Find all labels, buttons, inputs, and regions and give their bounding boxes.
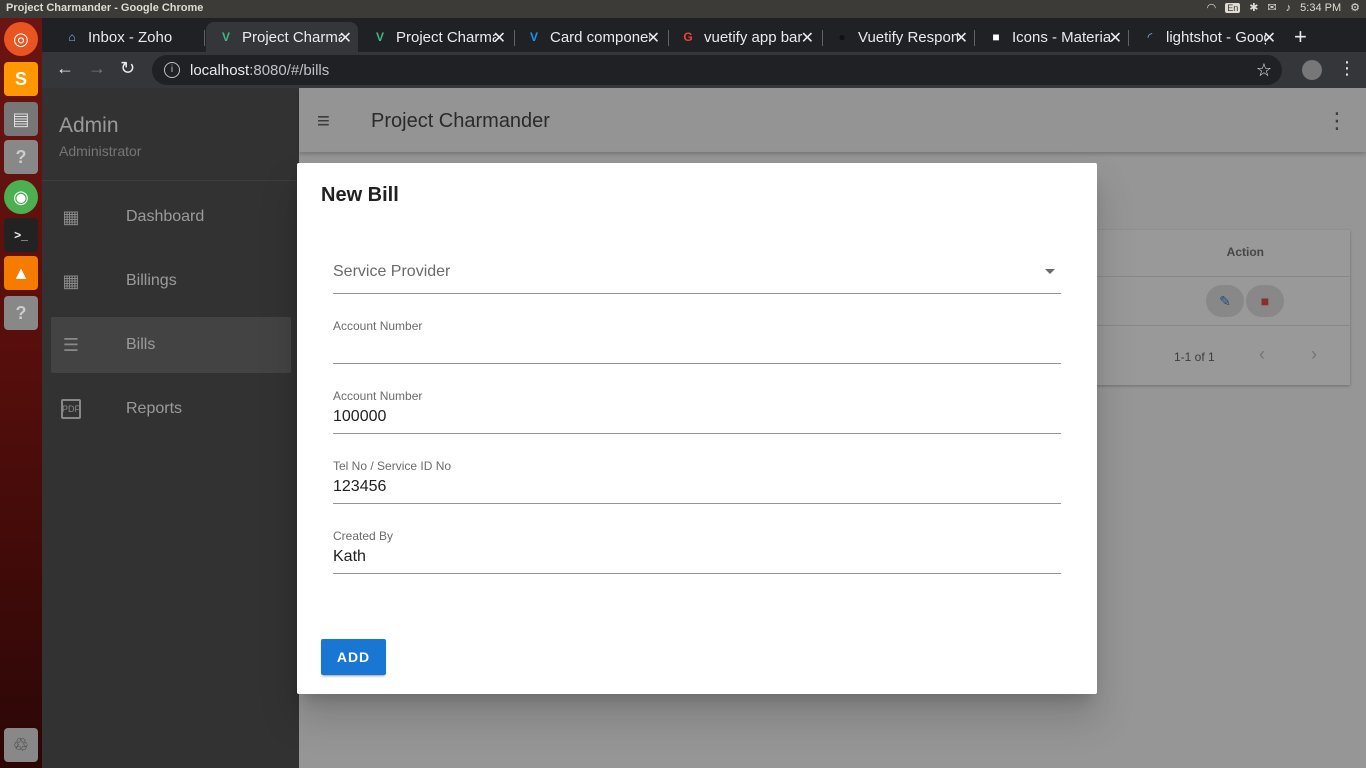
tab-label: vuetify app bar [704,28,803,46]
mail-icon[interactable]: ✉ [1267,1,1276,14]
keyboard-layout-indicator[interactable]: En [1225,2,1241,13]
url-host: localhost [190,61,250,79]
vlc-icon[interactable]: ▲ [4,256,38,290]
tab-vuetify-app-bar[interactable]: G vuetify app bar ✕ [668,22,820,52]
field-value: Kath [333,548,366,565]
browser-toolbar: ← → ↻ i localhost:8080/#/bills ☆ ⋮ [42,52,1366,88]
back-arrow-icon[interactable]: ← [56,58,74,79]
tab-strip: ⌂ Inbox - Zoho V Project Charmander ✕ V … [42,18,1366,52]
dropdown-caret-icon[interactable] [1045,269,1055,274]
close-tab-icon[interactable]: ✕ [801,28,814,48]
close-tab-icon[interactable]: ✕ [955,28,968,48]
tab-project-charmander[interactable]: V Project Charmander ✕ [360,22,512,52]
field-value: 100000 [333,408,387,425]
bookmark-star-icon[interactable]: ☆ [1256,60,1272,81]
close-tab-icon[interactable]: ✕ [1109,28,1122,48]
system-top-bar: Project Charmander - Google Chrome ◠ En … [0,0,1366,18]
tab-separator [1128,30,1129,46]
unknown-app-icon-2[interactable]: ? [4,296,38,330]
terminal-icon[interactable]: >_ [4,218,38,252]
tab-label: Project Charmander [242,28,342,46]
window-title: Project Charmander - Google Chrome [6,2,204,14]
dialog-title: New Bill [321,184,399,206]
close-tab-icon[interactable]: ✕ [647,28,660,48]
url-path: :8080/#/bills [249,61,330,79]
tab-icons-material[interactable]: ■ Icons - Material ✕ [976,22,1128,52]
chrome-icon[interactable]: ◉ [4,180,38,214]
tab-vuetify-responsive[interactable]: ● Vuetify Responsive ✕ [822,22,974,52]
tab-label: lightshot - Google [1166,28,1266,46]
tab-label: Card component [550,28,650,46]
tab-lightshot[interactable]: ◜ lightshot - Google ✕ [1130,22,1282,52]
tab-label: Icons - Material [1012,28,1112,46]
unknown-app-icon[interactable]: ? [4,140,38,174]
vue-icon: V [375,30,384,44]
launcher: ◎ S ▤ ? ◉ >_ ▲ ? ♲ [0,18,42,768]
bluetooth-icon[interactable]: ✱ [1249,1,1258,14]
close-tab-icon[interactable]: ✕ [1263,28,1276,48]
file-manager-icon[interactable]: ▤ [4,102,38,136]
volume-icon[interactable]: ♪ [1286,2,1292,14]
chrome-menu-icon[interactable]: ⋮ [1338,58,1356,79]
tab-label: Vuetify Responsive [858,28,958,46]
wifi-icon[interactable]: ◠ [1207,1,1217,14]
mail-icon: ⌂ [68,30,76,44]
loading-icon: ◜ [1147,30,1153,44]
info-icon[interactable]: i [164,62,180,78]
system-tray: ◠ En ✱ ✉ ♪ 5:34 PM ⚙ [1207,1,1360,15]
bookmark-icon: ■ [992,30,1000,44]
close-tab-icon[interactable]: ✕ [339,28,352,48]
google-icon: G [683,30,693,44]
ubuntu-logo-icon[interactable]: ◎ [4,22,38,56]
tab-separator [204,30,205,46]
tab-project-charmander-active[interactable]: V Project Charmander ✕ [206,22,358,52]
forward-arrow-icon[interactable]: → [88,58,106,79]
tab-inbox-zoho[interactable]: ⌂ Inbox - Zoho [52,22,202,52]
sublime-text-icon[interactable]: S [4,62,38,96]
clock[interactable]: 5:34 PM [1300,2,1341,14]
service-provider-select[interactable]: Service Provider [333,258,1061,294]
github-icon: ● [838,30,846,44]
field-label: Created By [333,529,394,543]
close-tab-icon[interactable]: ✕ [493,28,506,48]
service-provider-placeholder: Service Provider [333,263,451,280]
field-label: Account Number [333,319,423,333]
tab-label: Project Charmander [396,28,496,46]
new-tab-button[interactable]: + [1290,22,1320,52]
created-by-field[interactable]: Created By Kath [333,529,1061,574]
add-button[interactable]: ADD [321,639,386,675]
new-bill-dialog: New Bill Service Provider Account Number… [297,163,1097,694]
tab-card-component[interactable]: V Card component ✕ [514,22,666,52]
vuetify-icon: V [529,30,538,44]
field-label: Tel No / Service ID No [333,459,452,473]
account-number-field-empty[interactable]: Account Number [333,319,1061,364]
field-value: 123456 [333,478,387,495]
tab-separator [974,30,975,46]
address-bar[interactable]: i localhost:8080/#/bills ☆ [152,55,1282,85]
account-number-field[interactable]: Account Number 100000 [333,389,1061,434]
vue-icon: V [221,30,230,44]
tab-label: Inbox - Zoho [88,28,173,46]
profile-avatar[interactable] [1302,60,1322,80]
tel-service-id-field[interactable]: Tel No / Service ID No 123456 [333,459,1061,504]
trash-icon[interactable]: ♲ [4,728,38,762]
settings-gear-icon[interactable]: ⚙ [1350,1,1360,14]
reload-icon[interactable]: ↻ [120,58,135,79]
field-label: Account Number [333,389,423,403]
